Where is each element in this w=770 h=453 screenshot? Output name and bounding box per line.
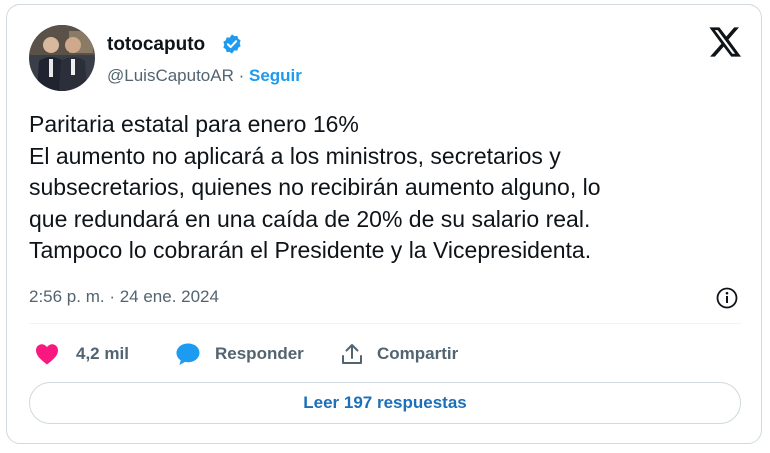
avatar[interactable] [29, 25, 95, 91]
info-icon[interactable] [715, 286, 739, 310]
avatar-photo [29, 25, 95, 91]
embedded-tweet-card: totocaputo @LuisCaputoAR · Seguir Parita… [6, 4, 762, 444]
tweet-line: que redundará en una caída de 20% de su … [29, 205, 591, 232]
x-logo-icon[interactable] [709, 27, 741, 57]
author-name[interactable]: totocaputo [107, 34, 205, 56]
heart-icon [36, 344, 58, 365]
reply-label: Responder [215, 344, 304, 363]
tweet-text: Paritaria estatal para enero 16% El aume… [29, 109, 749, 267]
tweet-line: Tampoco lo cobrarán el Presidente y la V… [29, 237, 592, 263]
handle-row: @LuisCaputoAR · Seguir [107, 66, 302, 86]
tweet-timestamp[interactable]: 2:56 p. m. · 24 ene. 2024 [29, 287, 219, 307]
share-label: Compartir [377, 344, 459, 363]
tweet-line: subsecretarios, quienes no recibirán aum… [29, 174, 601, 200]
reply-button[interactable]: Responder [175, 341, 304, 367]
read-replies-label: Leer 197 respuestas [303, 393, 467, 412]
follow-button[interactable]: Seguir [249, 66, 302, 85]
share-icon [342, 344, 362, 364]
handle-separator: · [233, 66, 249, 85]
verified-badge-icon [223, 34, 241, 54]
likes-count: 4,2 mil [76, 344, 129, 363]
author-handle[interactable]: @LuisCaputoAR [107, 66, 234, 85]
tweet-line: El aumento no aplicará a los ministros, … [29, 142, 561, 169]
share-button[interactable]: Compartir [341, 341, 458, 367]
read-replies-button[interactable]: Leer 197 respuestas [29, 382, 741, 424]
divider [29, 323, 741, 324]
like-button[interactable]: 4,2 mil [35, 341, 129, 367]
tweet-line: Paritaria estatal para enero 16% [29, 111, 359, 137]
reply-bubble-icon [176, 343, 200, 365]
